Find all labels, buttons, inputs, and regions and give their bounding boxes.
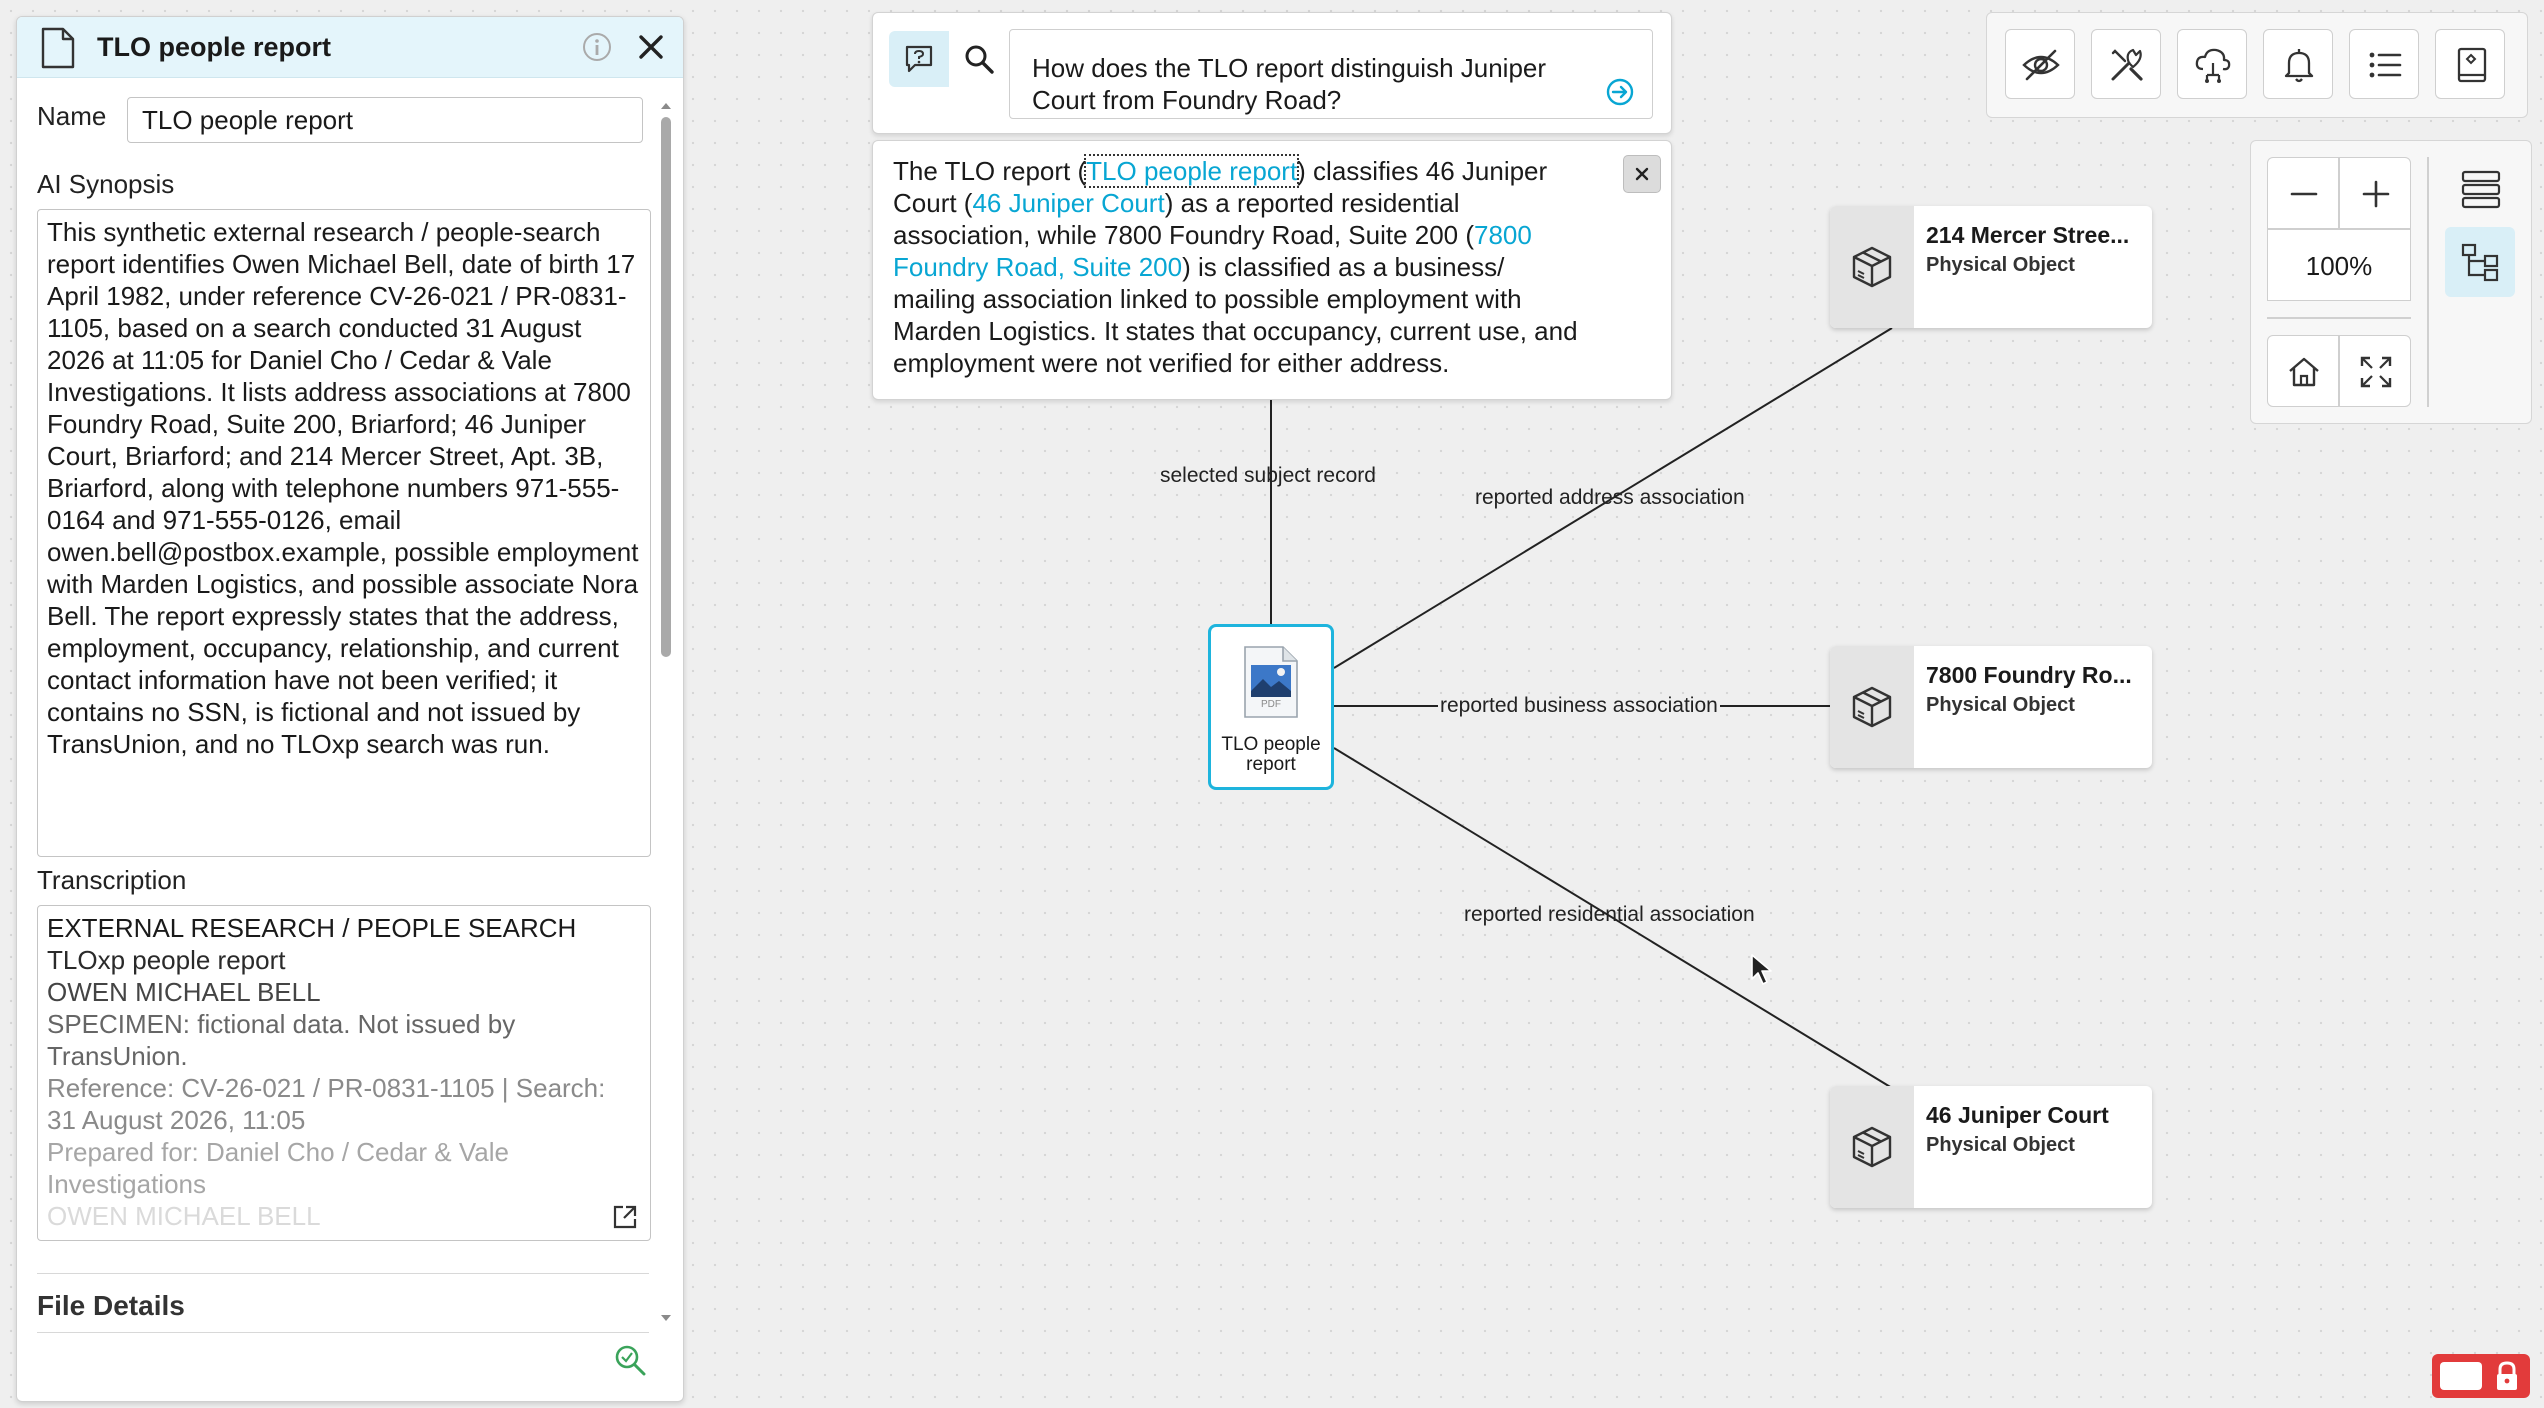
node-type: Physical Object <box>1926 694 2075 716</box>
list-button[interactable] <box>2349 29 2419 99</box>
query-input[interactable]: How does the TLO report distinguish Juni… <box>1009 29 1653 119</box>
link-46-juniper-court[interactable]: 46 Juniper Court <box>972 188 1164 218</box>
document-node-label: TLO people report <box>1221 734 1321 775</box>
zoom-vertical-divider <box>2427 157 2429 407</box>
bell-icon <box>2284 49 2314 83</box>
search-bar: How does the TLO report distinguish Juni… <box>872 12 1672 134</box>
node-icon-area <box>1830 206 1914 328</box>
node-icon-area <box>1830 1086 1914 1208</box>
cloud-network-button[interactable] <box>2177 29 2247 99</box>
node-title: 214 Mercer Stree... <box>1926 222 2130 248</box>
edge-label-residential: reported residential association <box>1464 903 1755 926</box>
node-mercer-street[interactable]: 214 Mercer Stree... Physical Object <box>1830 206 2152 328</box>
hierarchy-icon <box>2461 243 2499 282</box>
document-node[interactable]: PDF TLO people report <box>1208 624 1334 790</box>
ai-chat-mode-button[interactable] <box>889 31 949 87</box>
package-icon <box>1852 1126 1892 1168</box>
node-type: Physical Object <box>1926 254 2075 276</box>
node-title: 7800 Foundry Ro... <box>1926 662 2132 688</box>
minus-icon <box>2290 192 2318 196</box>
plus-icon <box>2362 180 2390 208</box>
lock-toggle[interactable] <box>2432 1354 2530 1398</box>
notebook-button[interactable] <box>2435 29 2505 99</box>
tools-button[interactable] <box>2091 29 2161 99</box>
close-icon <box>1635 167 1649 181</box>
mouse-cursor-icon <box>1751 954 1772 985</box>
lock-icon <box>2497 1361 2517 1390</box>
tools-icon <box>2111 48 2143 81</box>
graph-view-button[interactable] <box>2445 227 2515 297</box>
edge-label-subject: selected subject record <box>1160 464 1376 487</box>
edge-label-business: reported business association <box>1438 694 1720 718</box>
package-icon <box>1852 686 1892 728</box>
node-title: 46 Juniper Court <box>1926 1102 2109 1128</box>
zoom-out-button[interactable] <box>2267 157 2339 229</box>
pdf-file-icon: PDF <box>1241 645 1301 719</box>
notebook-icon <box>2457 47 2487 83</box>
zoom-level: 100% <box>2267 229 2411 301</box>
fit-screen-icon <box>2360 356 2392 388</box>
home-button[interactable] <box>2267 335 2339 407</box>
zoom-controls: 100% <box>2250 140 2532 424</box>
search-mode-button[interactable] <box>951 31 1007 87</box>
ai-answer-panel: The TLO report (TLO people report) class… <box>872 140 1672 400</box>
search-icon <box>965 45 994 74</box>
link-tlo-people-report[interactable]: TLO people report <box>1084 154 1300 188</box>
submit-arrow-icon[interactable] <box>1605 77 1635 107</box>
eye-off-icon <box>2022 49 2060 81</box>
layers-icon <box>2461 170 2501 209</box>
fit-view-button[interactable] <box>2339 335 2411 407</box>
notifications-button[interactable] <box>2263 29 2333 99</box>
zoom-in-button[interactable] <box>2339 157 2411 229</box>
package-icon <box>1852 246 1892 288</box>
node-foundry-road[interactable]: 7800 Foundry Ro... Physical Object <box>1830 646 2152 768</box>
ai-answer-text: The TLO report (TLO people report) class… <box>893 154 1583 379</box>
node-type: Physical Object <box>1926 1134 2075 1156</box>
pdf-ext-label: PDF <box>1261 699 1281 710</box>
list-icon <box>2369 52 2402 78</box>
home-icon <box>2289 357 2319 387</box>
cloud-network-icon <box>2195 48 2231 83</box>
close-answer-button[interactable] <box>1623 155 1661 193</box>
hide-button[interactable] <box>2005 29 2075 99</box>
edge-label-address: reported address association <box>1475 486 1745 509</box>
node-icon-area <box>1830 646 1914 768</box>
zoom-divider <box>2267 317 2411 319</box>
node-juniper-court[interactable]: 46 Juniper Court Physical Object <box>1830 1086 2152 1208</box>
answer-text-part: The TLO report ( <box>893 156 1087 186</box>
layout-list-button[interactable] <box>2445 157 2515 221</box>
lock-toggle-knob <box>2440 1362 2482 1390</box>
chat-question-icon <box>905 45 933 73</box>
top-toolbar <box>1986 12 2528 118</box>
